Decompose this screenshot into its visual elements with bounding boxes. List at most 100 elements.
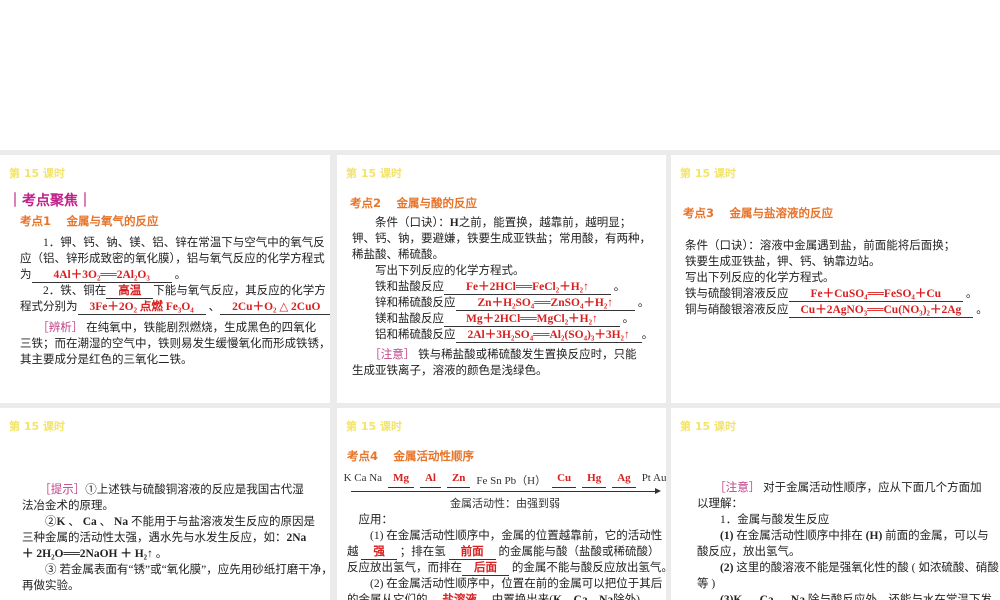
text: 这里的酸溶液不能是强氧化性的酸 ( 如浓硫酸、硝酸	[733, 562, 999, 574]
text: 、	[562, 594, 574, 600]
text: ①上述铁与硫酸铜溶液的反应是我国古代湿	[85, 484, 304, 496]
text-line: 稀盐酸、稀硫酸。	[352, 247, 653, 263]
text-line: 2．铁、铜在 高温 下能与氧气反应，其反应的化学方	[20, 283, 330, 299]
text-line: 程式分别为3Fe＋2O₂ 点燃 Fe₃O₄ 、2Cu＋O₂ △ 2CuO 。	[20, 299, 330, 315]
metal-list: Fe Sn Pb（H）	[476, 475, 547, 487]
bold-text: Ca	[82, 516, 97, 528]
text: 、	[773, 594, 791, 600]
text: 除外)。	[613, 594, 652, 600]
text-line: 1．金属与酸发生反应	[697, 512, 999, 528]
tip-paragraph: ［提示］①上述铁与硫酸铜溶液的反应是我国古代湿 法冶金术的原理。 ②K 、 Ca …	[22, 482, 330, 594]
text: 越	[347, 546, 362, 558]
text: 写出下列反应的化学方程式。	[685, 272, 835, 284]
metal-answer: Ag	[612, 472, 636, 488]
text-line: 条件（口诀）：H之前，能置换，越靠前，越明显；	[352, 215, 653, 231]
note-paragraph: ［辨析］ 在纯氧中，铁能剧烈燃烧，生成黑色的四氧化 三铁；而在潮湿的空气中，铁则易…	[20, 320, 330, 368]
text-line: ［注意］ 对于金属活动性顺序，应从下面几个方面加	[697, 480, 999, 496]
text-line: 三铁；而在潮湿的空气中，铁则易发生缓慢氧化而形成铁锈，	[20, 336, 330, 352]
series-caption: 金属活动性：由强到弱	[450, 498, 560, 510]
text: 1．金属与酸发生反应	[697, 514, 830, 526]
lesson-title: 第 15 课时	[680, 420, 736, 433]
answer-blank: Mg＋2HCl══MgCl₂＋H₂↑	[444, 313, 620, 327]
text: 铜与硝酸银溶液反应	[685, 304, 789, 316]
answer-blank: 3Fe＋2O₂ 点燃 Fe₃O₄	[77, 301, 206, 315]
text: 、	[587, 594, 600, 600]
text: 铁要生成亚铁盐，钾、钙、钠靠边站。	[685, 256, 881, 268]
text: 法冶金术的原理。	[22, 500, 114, 512]
text: (1) 在金属活动性顺序中，金属的位置越靠前，它的活动性	[347, 530, 663, 542]
text: 条件（口诀）：溶液中金属遇到盐，前面能将后面换；	[685, 240, 956, 252]
slide-card-notes[interactable]: 第 15 课时 ［注意］ 对于金属活动性顺序，应从下面几个方面加以理解： 1．金…	[671, 408, 1000, 600]
text: 铝和稀硫酸反应	[352, 329, 456, 341]
text: 条件（口诀）：	[352, 217, 450, 229]
text: 。	[635, 297, 650, 309]
text: 铁与硫酸铜溶液反应	[685, 288, 789, 300]
text: 以理解：	[697, 498, 743, 510]
answer-blank: 后面	[462, 562, 509, 576]
note-paragraph: ［注意］ 铁与稀盐酸或稀硫酸发生置换反应时，只能 生成亚铁离子，溶液的颜色是浅绿色…	[352, 347, 637, 379]
bold-text: Na	[114, 516, 129, 528]
text	[697, 594, 720, 600]
blank-top-area	[0, 0, 1000, 150]
text-line: 1．钾、钙、钠、镁、铝、锌在常温下与空气中的氧气反	[20, 235, 330, 251]
text: 。	[973, 304, 988, 316]
text-line: 其主要成分是红色的三氧化二铁。	[20, 352, 330, 368]
text-line: 写出下列反应的化学方程式。	[352, 263, 653, 279]
slide-card-tips[interactable]: 第 15 课时 ［提示］①上述铁与硫酸铜溶液的反应是我国古代湿 法冶金术的原理。 …	[0, 408, 330, 600]
bold-text: Ca	[573, 594, 588, 600]
slide-card-salt-reaction[interactable]: 第 15 课时 考点3 金属与盐溶液的反应 条件（口诀）：溶液中金属遇到盐，前面…	[671, 155, 1000, 403]
text-line: 的金属从它们的 盐溶液 中置换出来(K、Ca、Na除外)。	[347, 592, 666, 600]
answer-blank: 4Al＋3O₂══2Al₂O₃	[31, 269, 172, 283]
metal-list: K Ca Na	[343, 472, 383, 484]
activity-series: K Ca Na Mg Al Zn Fe Sn Pb（H） Cu Hg Ag Pt Au 金属活动…	[344, 472, 666, 511]
text: 。	[641, 329, 654, 341]
slide-card-activity-series[interactable]: 第 15 课时 考点4 金属活动性顺序 K Ca Na Mg Al Zn Fe Sn P…	[337, 408, 666, 600]
text: 、	[742, 594, 760, 600]
focus-heading: ｜考点聚焦｜	[8, 193, 92, 209]
text-line: (3)K 、 Ca 、 Na 除与酸反应外，还能与水在常温下发	[697, 592, 999, 600]
text: ；排在氢	[396, 546, 449, 558]
note-tag: ［注意］	[720, 482, 761, 494]
text-line: ［提示］①上述铁与硫酸铜溶液的反应是我国古代湿	[22, 482, 330, 498]
bold-text: K	[553, 594, 563, 600]
text-line: 生成亚铁离子，溶液的颜色是浅绿色。	[352, 363, 637, 379]
answer-blank: Fe＋CuSO₄══FeSO₄＋Cu	[788, 288, 964, 302]
text-line: 铁与硫酸铜溶液反应 Fe＋CuSO₄══FeSO₄＋Cu 。	[685, 286, 988, 302]
text: 除与酸反应外，还能与水在常温下发	[804, 594, 992, 600]
text: 等 )	[697, 578, 716, 590]
text: 锌和稀硫酸反应	[352, 297, 456, 309]
text: 中置换出来(	[488, 594, 554, 600]
text	[22, 484, 45, 496]
bold-text: (3)K	[720, 594, 743, 600]
text: 。	[963, 288, 978, 300]
text-line: (2) 这里的酸溶液不能是强氧化性的酸 ( 如浓硫酸、硝酸	[697, 560, 999, 576]
text: 、	[205, 301, 221, 313]
text: 前面的金属，可以与	[882, 530, 989, 542]
bold-text: (2)	[720, 562, 734, 574]
text: 酸反应，放出氢气。	[697, 546, 801, 558]
note-tag: ［提示］	[45, 484, 86, 496]
text-line: 镁和盐酸反应 Mg＋2HCl══MgCl₂＋H₂↑ 。	[352, 311, 653, 327]
text: 下能与氧气反应，其反应的化学方	[153, 285, 326, 297]
answer-blank: 盐溶液	[430, 594, 489, 600]
text: 。	[619, 313, 635, 325]
text: 反应放出氢气，而排在	[347, 562, 462, 574]
text-line: 铁和盐酸反应 Fe＋2HCl══FeCl₂＋H₂↑ 。	[352, 279, 653, 295]
metal-answer: Cu	[552, 472, 577, 488]
text-line: 酸反应，放出氢气。	[697, 544, 999, 560]
slide-card-oxygen-reaction[interactable]: 第 15 课时 ｜考点聚焦｜ 考点1 金属与氧气的反应 1．钾、钙、钠、镁、铝、…	[0, 155, 330, 403]
text: ②	[22, 516, 57, 528]
metal-answer: Hg	[582, 472, 607, 488]
slide-card-acid-reaction[interactable]: 第 15 课时 考点2 金属与酸的反应 条件（口诀）：H之前，能置换，越靠前，越…	[337, 155, 666, 403]
text: 。	[171, 269, 187, 281]
text-line: (1) 在金属活动性顺序中排在 (H) 前面的金属，可以与	[697, 528, 999, 544]
text-line: 以理解：	[697, 496, 999, 512]
section-heading: 考点3 金属与盐溶液的反应	[683, 206, 834, 220]
text: 稀盐酸、稀硫酸。	[352, 249, 444, 261]
paragraph: 1．钾、钙、钠、镁、铝、锌在常温下与空气中的氧气反 应（铝、锌形成致密的氧化膜），…	[20, 235, 330, 315]
text-line: 为 4Al＋3O₂══2Al₂O₃ 。	[20, 267, 330, 283]
answer-blank: Cu＋2AgNO₃══Cu(NO₃)₂＋2Ag	[788, 304, 974, 318]
bold-text: ＋ 2H₂O══2NaOH ＋ H₂	[22, 548, 148, 560]
text-line: ＋ 2H₂O══2NaOH ＋ H₂↑ 。	[22, 546, 330, 562]
answer-blank: 2Al＋3H₂SO₄══Al₂(SO₄)₃＋3H₂↑	[455, 329, 642, 343]
